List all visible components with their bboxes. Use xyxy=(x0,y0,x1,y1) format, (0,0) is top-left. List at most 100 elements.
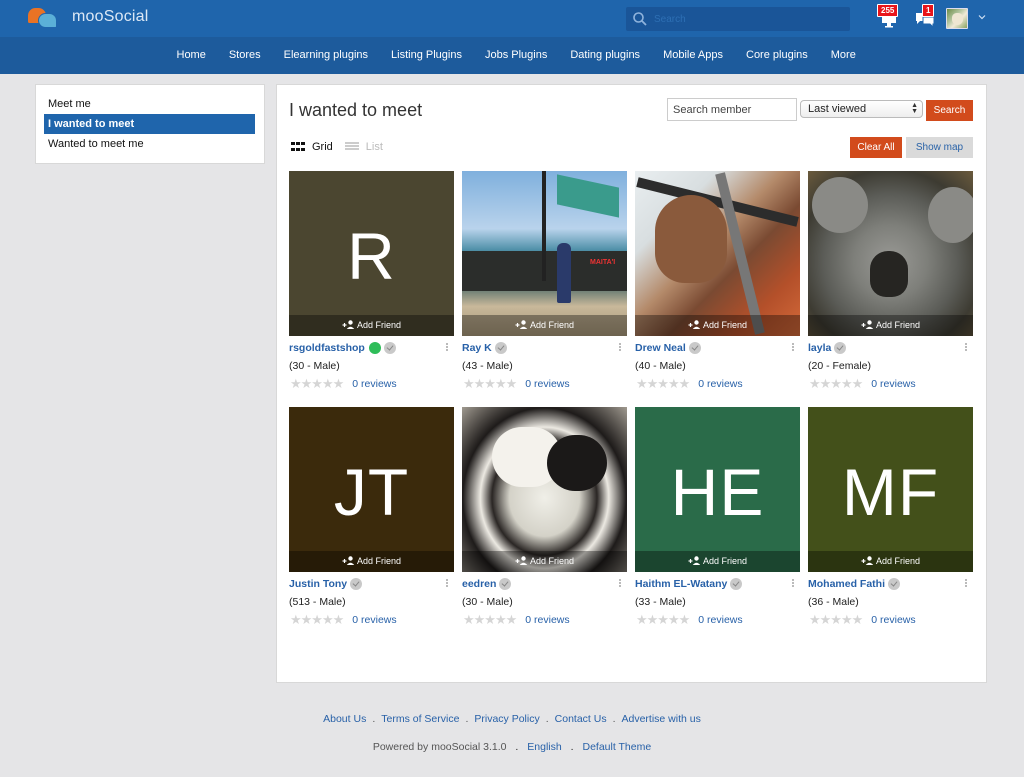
nav-item-mobile-apps[interactable]: Mobile Apps xyxy=(652,37,735,74)
star-rating-icon: ★★★★★ xyxy=(290,612,344,627)
add-friend-button[interactable]: Add Friend xyxy=(462,315,627,336)
add-friend-button[interactable]: Add Friend xyxy=(635,315,800,336)
member-name-link[interactable]: Drew Neal xyxy=(635,342,686,354)
member-age-gender: (513 - Male) xyxy=(289,596,346,608)
global-search[interactable] xyxy=(626,7,850,31)
footer-link-about-us[interactable]: About Us xyxy=(323,713,366,725)
more-options-icon[interactable] xyxy=(792,579,794,589)
reviews-link[interactable]: 0 reviews xyxy=(698,378,742,390)
messages-badge: 1 xyxy=(922,4,935,17)
verified-check-icon xyxy=(888,578,901,590)
member-age-gender: (20 - Female) xyxy=(808,360,872,372)
nav-item-elearning-plugins[interactable]: Elearning plugins xyxy=(272,37,379,74)
reviews-link[interactable]: 0 reviews xyxy=(525,378,569,390)
more-options-icon[interactable] xyxy=(619,343,621,353)
nav-item-core-plugins[interactable]: Core plugins xyxy=(735,37,820,74)
add-friend-button[interactable]: Add Friend xyxy=(808,315,973,336)
more-options-icon[interactable] xyxy=(446,343,448,353)
add-user-icon xyxy=(861,320,874,329)
member-name-row: Justin Tony xyxy=(289,577,454,591)
reviews-link[interactable]: 0 reviews xyxy=(871,378,915,390)
member-avatar[interactable]: Add Friend xyxy=(462,407,627,572)
member-name-row: Drew Neal xyxy=(635,341,800,355)
global-search-input[interactable] xyxy=(654,7,844,31)
show-map-button[interactable]: Show map xyxy=(906,137,973,158)
nav-item-more[interactable]: More xyxy=(819,37,867,74)
language-link[interactable]: English xyxy=(527,741,561,753)
footer-link-privacy-policy[interactable]: Privacy Policy xyxy=(474,713,539,725)
member-name-link[interactable]: layla xyxy=(808,342,831,354)
reviews-link[interactable]: 0 reviews xyxy=(352,614,396,626)
add-friend-button[interactable]: Add Friend xyxy=(635,551,800,572)
member-avatar[interactable]: MF Add Friend xyxy=(808,407,973,572)
separator: . xyxy=(545,713,549,725)
add-user-icon xyxy=(515,556,528,565)
member-card: MF Add Friend Mohamed Fathi (36 - Male) ★★★★… xyxy=(808,407,973,632)
member-avatar[interactable]: JT Add Friend xyxy=(289,407,454,572)
member-name-link[interactable]: Ray K xyxy=(462,342,492,354)
nav-item-listing-plugins[interactable]: Listing Plugins xyxy=(380,37,474,74)
list-view-icon[interactable] xyxy=(344,142,359,152)
reviews-link[interactable]: 0 reviews xyxy=(698,614,742,626)
member-avatar[interactable]: Add Friend xyxy=(635,171,800,336)
more-options-icon[interactable] xyxy=(965,343,967,353)
member-card: Add Friend eedren (30 - Male) ★★★★★ 0 review… xyxy=(462,407,627,632)
messages-button[interactable]: 1 xyxy=(914,4,938,30)
reviews-link[interactable]: 0 reviews xyxy=(525,614,569,626)
reviews-link[interactable]: 0 reviews xyxy=(352,378,396,390)
sidebar-item-i-wanted-to-meet[interactable]: I wanted to meet xyxy=(44,114,255,134)
member-avatar[interactable]: Add Friend xyxy=(808,171,973,336)
clear-all-button[interactable]: Clear All xyxy=(850,137,902,158)
search-member-input[interactable] xyxy=(667,98,797,121)
notifications-button[interactable]: 255 xyxy=(877,4,903,30)
add-friend-button[interactable]: Add Friend xyxy=(289,315,454,336)
search-button[interactable]: Search xyxy=(926,100,973,121)
nav-item-dating-plugins[interactable]: Dating plugins xyxy=(559,37,652,74)
user-avatar[interactable] xyxy=(946,8,968,29)
more-options-icon[interactable] xyxy=(965,579,967,589)
separator: . xyxy=(570,741,574,753)
member-card: Add Friend Drew Neal (40 - Male) ★★★★★ 0 rev… xyxy=(635,171,800,396)
top-header: mooSocial 255 1 xyxy=(0,0,1024,37)
footer-link-contact-us[interactable]: Contact Us xyxy=(555,713,607,725)
nav-item-home[interactable]: Home xyxy=(165,37,217,74)
add-friend-label: Add Friend xyxy=(356,320,402,330)
brand-name[interactable]: mooSocial xyxy=(72,8,149,26)
more-options-icon[interactable] xyxy=(619,579,621,589)
more-options-icon[interactable] xyxy=(792,343,794,353)
add-friend-label: Add Friend xyxy=(702,556,748,566)
page-title: I wanted to meet xyxy=(289,100,423,120)
member-avatar[interactable]: R Add Friend xyxy=(289,171,454,336)
footer-link-advertise-with-us[interactable]: Advertise with us xyxy=(622,713,701,725)
member-name-link[interactable]: Mohamed Fathi xyxy=(808,578,885,590)
sidebar-item-wanted-to-meet-me[interactable]: Wanted to meet me xyxy=(44,134,255,154)
theme-link[interactable]: Default Theme xyxy=(582,741,651,753)
grid-view-icon[interactable] xyxy=(291,142,305,152)
list-view-button[interactable]: List xyxy=(366,141,383,153)
member-age-gender: (43 - Male) xyxy=(462,360,513,372)
footer-link-terms-of-service[interactable]: Terms of Service xyxy=(381,713,459,725)
member-name-link[interactable]: Haithm EL-Watany xyxy=(635,578,727,590)
member-avatar[interactable]: MAITA'I Add Friend xyxy=(462,171,627,336)
chevron-down-icon[interactable] xyxy=(977,12,987,22)
add-friend-button[interactable]: Add Friend xyxy=(289,551,454,572)
verified-check-icon xyxy=(350,578,363,590)
member-name-link[interactable]: eedren xyxy=(462,578,496,590)
moosocial-logo-icon[interactable] xyxy=(28,7,60,29)
member-name-link[interactable]: rsgoldfastshop xyxy=(289,342,365,354)
star-rating-icon: ★★★★★ xyxy=(463,376,517,391)
nav-item-jobs-plugins[interactable]: Jobs Plugins xyxy=(473,37,558,74)
nav-item-stores[interactable]: Stores xyxy=(217,37,272,74)
member-name-link[interactable]: Justin Tony xyxy=(289,578,347,590)
reviews-link[interactable]: 0 reviews xyxy=(871,614,915,626)
grid-view-button[interactable]: Grid xyxy=(312,141,333,153)
add-friend-button[interactable]: Add Friend xyxy=(808,551,973,572)
member-age-gender: (36 - Male) xyxy=(808,596,859,608)
star-rating-icon: ★★★★★ xyxy=(809,612,863,627)
sort-select[interactable]: Last viewed ▲ ▼ xyxy=(800,100,923,118)
add-friend-button[interactable]: Add Friend xyxy=(462,551,627,572)
add-friend-label: Add Friend xyxy=(529,320,575,330)
sidebar-item-meet-me[interactable]: Meet me xyxy=(44,94,255,114)
more-options-icon[interactable] xyxy=(446,579,448,589)
member-avatar[interactable]: HE Add Friend xyxy=(635,407,800,572)
